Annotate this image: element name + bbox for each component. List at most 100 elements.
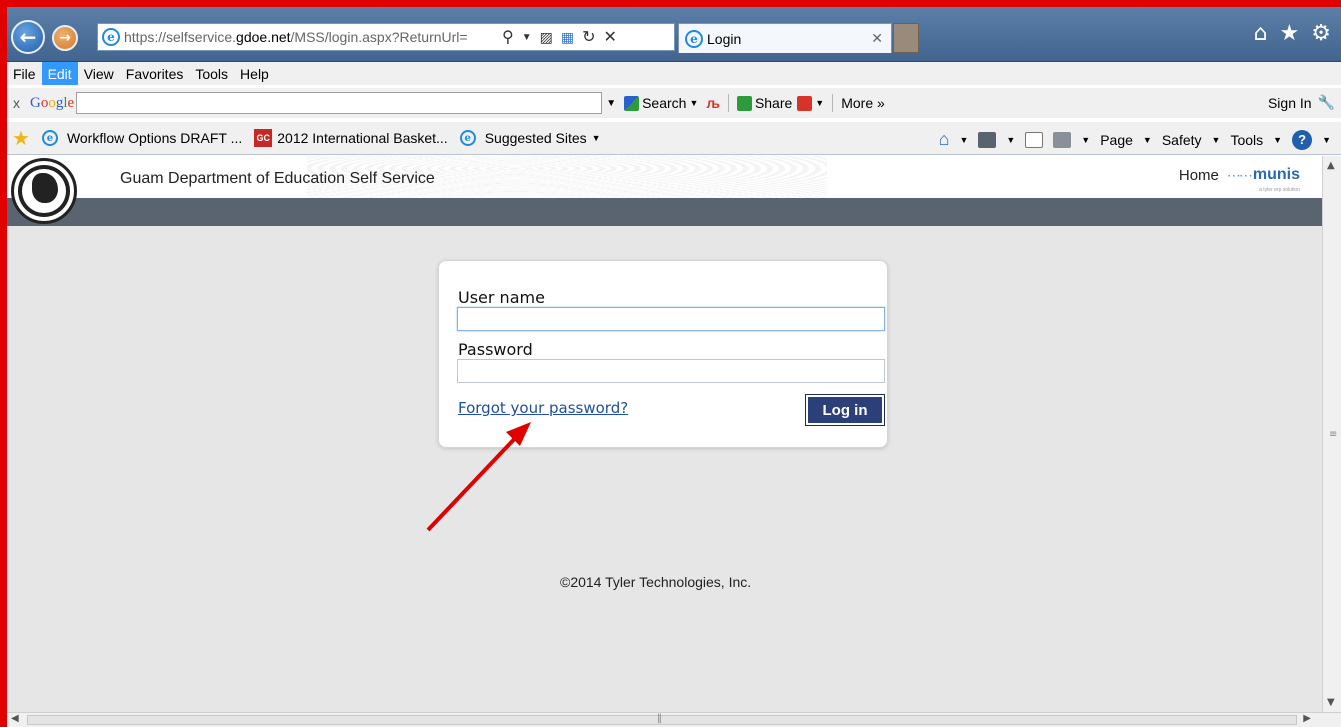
gc-logo-icon: GC: [254, 129, 273, 147]
google-toolbar: x Google ▼ Search ▼ љ Share ▼ More » Sig…: [7, 88, 1341, 118]
more-button[interactable]: More »: [841, 95, 885, 111]
red-frame-top: [0, 0, 1341, 7]
password-field[interactable]: [457, 359, 885, 383]
back-arrow-icon: ←: [19, 25, 37, 49]
home-icon[interactable]: ⌂: [1254, 21, 1268, 46]
command-bar: ⌂ ▼ ▼ ▼ Page ▼ Safety ▼ Tools ▼ ? ▼: [939, 129, 1331, 150]
chevron-down-icon[interactable]: ▼: [606, 98, 616, 109]
menu-help[interactable]: Help: [234, 62, 275, 85]
site-header: Guam Department of Education Self Servic…: [7, 156, 1322, 198]
highlight-icon: љ: [706, 95, 720, 111]
share-button[interactable]: Share ▼: [736, 95, 825, 111]
sign-in-link[interactable]: Sign In: [1268, 95, 1312, 111]
favorite-label: Workflow Options DRAFT ...: [66, 130, 243, 146]
tools-menu[interactable]: Tools: [1230, 132, 1263, 148]
compatibility-icon[interactable]: ▦: [561, 29, 574, 46]
print-icon[interactable]: [1053, 131, 1072, 148]
username-field[interactable]: [457, 307, 885, 331]
chevron-down-icon: ▼: [591, 133, 601, 143]
google-toolbar-close[interactable]: x: [13, 95, 20, 111]
favorite-workflow-options[interactable]: e Workflow Options DRAFT ...: [41, 130, 243, 146]
refresh-icon[interactable]: ↻: [582, 27, 595, 47]
address-bar-icons: ⚲ ▼ ▨ ▦ ↻ ✕: [502, 27, 617, 47]
safety-menu[interactable]: Safety: [1162, 132, 1202, 148]
share-extra-icon: [797, 95, 813, 111]
site-title: Guam Department of Education Self Servic…: [120, 170, 435, 187]
gdoe-seal-logo: [11, 158, 77, 224]
stop-icon[interactable]: ✕: [604, 27, 617, 47]
chevron-down-icon[interactable]: ▼: [1212, 135, 1221, 145]
vertical-scrollbar[interactable]: ▲ ≡ ▼: [1322, 156, 1341, 712]
google-search-button[interactable]: Search ▼: [624, 95, 698, 111]
login-panel: User name Password Forgot your password?…: [438, 260, 888, 448]
horizontal-scrollbar[interactable]: ◀ ‖ ▶: [7, 712, 1341, 727]
dropdown-icon[interactable]: ▼: [522, 32, 532, 43]
tab-login[interactable]: e Login ✕: [678, 23, 892, 53]
rss-feed-icon[interactable]: [978, 131, 997, 148]
add-favorite-star-icon[interactable]: ★: [12, 126, 30, 151]
favorite-international-basket[interactable]: GC 2012 International Basket...: [254, 129, 448, 147]
back-button[interactable]: ←: [11, 20, 45, 54]
forgot-password-link[interactable]: Forgot your password?: [458, 399, 628, 417]
favorite-label: Suggested Sites: [484, 130, 587, 146]
wrench-icon[interactable]: 🔧: [1318, 94, 1335, 111]
chevron-down-icon: ▼: [815, 98, 825, 108]
site-nav-strip: [7, 198, 1322, 226]
username-label: User name: [458, 288, 545, 307]
url-path: /MSS/login.aspx?ReturnUrl=: [290, 29, 468, 45]
login-button[interactable]: Log in: [805, 394, 885, 426]
favorites-star-icon[interactable]: ★: [1280, 21, 1300, 46]
address-bar[interactable]: e https://selfservice.gdoe.net/MSS/login…: [97, 23, 675, 51]
scroll-up-icon[interactable]: ▲: [1327, 160, 1335, 171]
chevron-down-icon[interactable]: ▼: [959, 135, 968, 145]
munis-wordmark: munis: [1252, 166, 1300, 183]
new-tab-button[interactable]: [893, 23, 919, 53]
scroll-down-icon[interactable]: ▼: [1327, 697, 1335, 708]
chevron-down-icon[interactable]: ▼: [1322, 135, 1331, 145]
red-frame-left: [0, 0, 7, 727]
ie-tab-icon: e: [685, 29, 703, 48]
page-menu[interactable]: Page: [1100, 132, 1133, 148]
forward-button[interactable]: →: [52, 25, 78, 51]
munis-dots-icon: ⋯⋯: [1226, 166, 1253, 183]
header-right: Home ⋯⋯ munis a tyler erp solution: [1179, 166, 1300, 193]
scroll-right-icon[interactable]: ▶: [1303, 713, 1311, 724]
scroll-grip-icon: ≡: [1329, 429, 1338, 440]
chevron-down-icon[interactable]: ▼: [1081, 135, 1090, 145]
toolbar-separator: [727, 94, 729, 112]
menu-file[interactable]: File: [7, 62, 42, 85]
chevron-down-icon[interactable]: ▼: [1006, 135, 1015, 145]
scroll-left-icon[interactable]: ◀: [11, 713, 19, 724]
google-search-icon: [624, 95, 640, 111]
favorites-bar: ★ e Workflow Options DRAFT ... GC 2012 I…: [7, 122, 1341, 155]
page-content: Guam Department of Education Self Servic…: [7, 156, 1322, 712]
ie-page-icon: e: [41, 130, 58, 146]
copyright-text: ©2014 Tyler Technologies, Inc.: [560, 574, 752, 590]
favorite-suggested-sites[interactable]: e Suggested Sites ▼: [459, 130, 601, 146]
home-icon[interactable]: ⌂: [939, 129, 950, 150]
toolbar-separator: [832, 94, 834, 112]
chevron-down-icon[interactable]: ▼: [1273, 135, 1282, 145]
sign-in-area: Sign In 🔧: [1268, 94, 1335, 111]
gear-icon[interactable]: ⚙: [1311, 21, 1331, 46]
menu-edit[interactable]: Edit: [41, 62, 78, 85]
title-icons: ⌂ ★ ⚙: [1254, 21, 1331, 46]
menu-tools[interactable]: Tools: [189, 62, 234, 85]
mail-icon[interactable]: [1025, 131, 1044, 148]
menu-favorites[interactable]: Favorites: [120, 62, 190, 85]
menu-view[interactable]: View: [78, 62, 120, 85]
lock-icon[interactable]: ▨: [540, 29, 553, 46]
chevron-down-icon[interactable]: ▼: [1143, 135, 1152, 145]
search-icon[interactable]: ⚲: [502, 27, 514, 47]
menu-bar: File Edit View Favorites Tools Help: [7, 62, 1341, 85]
highlight-button[interactable]: љ: [706, 95, 720, 111]
favorite-label: 2012 International Basket...: [277, 130, 448, 146]
forward-arrow-icon: →: [59, 30, 71, 46]
google-search-input[interactable]: [76, 92, 603, 114]
chevron-down-icon: ▼: [689, 98, 699, 108]
ie-page-icon: e: [459, 130, 476, 146]
home-link[interactable]: Home: [1179, 167, 1219, 184]
tab-close-icon[interactable]: ✕: [871, 30, 883, 47]
horizontal-scroll-thumb[interactable]: [27, 715, 1297, 725]
help-icon[interactable]: ?: [1292, 129, 1313, 150]
